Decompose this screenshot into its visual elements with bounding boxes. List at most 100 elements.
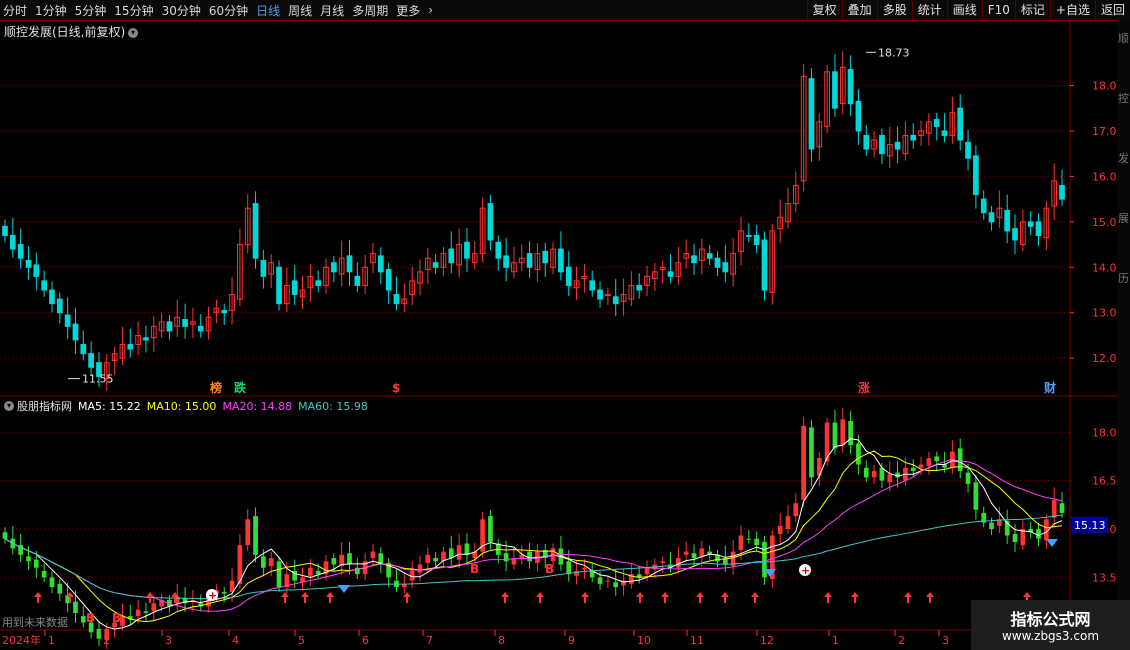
- tab-period-7[interactable]: 周线: [288, 2, 312, 19]
- sub-candle-body: [80, 616, 86, 623]
- arrow-up-icon: [403, 592, 411, 603]
- candle-body: [487, 203, 494, 241]
- candle-body: [973, 155, 979, 196]
- toolbar-button-3[interactable]: 统计: [911, 0, 947, 20]
- candle-body: [855, 100, 862, 132]
- candle-body: [863, 134, 870, 150]
- sub-candle-body: [762, 541, 767, 578]
- toolbar-button-2[interactable]: 多股: [876, 0, 912, 20]
- sub-candle-body: [417, 564, 423, 573]
- month-label: 10: [637, 634, 651, 647]
- candle-body: [636, 284, 643, 291]
- candle-body: [64, 314, 71, 327]
- month-label: 7: [426, 634, 433, 647]
- candle-body: [17, 244, 24, 259]
- sub-price-tick-label: 16.50: [1092, 475, 1117, 488]
- diamond-icon: [1046, 539, 1058, 547]
- sub-candle-body: [879, 467, 885, 481]
- candle-body: [197, 325, 204, 332]
- ma-line-2: [4, 458, 1063, 612]
- chevron-right-icon[interactable]: ›: [428, 3, 433, 17]
- toolbar-button-5[interactable]: F10: [981, 0, 1015, 20]
- tab-period-3[interactable]: 15分钟: [114, 2, 153, 19]
- arrow-up-icon: [536, 592, 544, 603]
- signal-letter-b: B: [470, 562, 479, 576]
- tab-period-2[interactable]: 5分钟: [75, 2, 107, 19]
- toolbar-button-4[interactable]: 画线: [946, 0, 982, 20]
- price-tick-label: 15.00: [1092, 216, 1117, 229]
- sub-candle-body: [785, 516, 791, 530]
- sub-candle-body: [895, 472, 900, 478]
- sub-candle-body: [832, 422, 838, 449]
- candle-body: [879, 134, 885, 155]
- candle-body: [988, 212, 995, 223]
- candle-body: [448, 248, 455, 264]
- sub-candle-body: [261, 556, 266, 568]
- candle-body: [9, 234, 16, 250]
- ma-line-3: [4, 514, 1063, 600]
- candle-body: [714, 257, 721, 268]
- toolbar-button-8[interactable]: 返回: [1094, 0, 1130, 20]
- tab-period-6[interactable]: 日线: [256, 2, 280, 19]
- candle-body: [894, 141, 901, 150]
- sub-candle-body: [910, 467, 916, 471]
- sub-candle-body: [840, 419, 846, 446]
- tab-period-4[interactable]: 30分钟: [162, 2, 201, 19]
- candle-body: [589, 280, 596, 291]
- month-label: 2: [898, 634, 905, 647]
- sub-candle-body: [1059, 503, 1065, 513]
- candle-body: [330, 262, 337, 273]
- candle-body: [605, 294, 611, 297]
- candle-body: [80, 344, 87, 355]
- toolbar-button-0[interactable]: 复权: [806, 0, 842, 20]
- arrow-up-icon: [581, 592, 589, 603]
- candle-body: [745, 234, 752, 237]
- event-tag-1: 跌: [234, 380, 247, 395]
- tab-period-5[interactable]: 60分钟: [209, 2, 248, 19]
- event-tag-3: 涨: [858, 380, 870, 395]
- tab-period-8[interactable]: 月线: [320, 2, 344, 19]
- sub-candle-body: [754, 538, 759, 546]
- sub-candle-body: [887, 474, 893, 483]
- sub-candle-body: [33, 559, 39, 568]
- watermark-url: www.zbgs3.com: [1001, 629, 1100, 643]
- candle-body: [33, 264, 40, 277]
- candle-body: [597, 289, 603, 300]
- sub-candle-body: [777, 525, 783, 534]
- sub-candle-body: [425, 554, 431, 563]
- arrow-up-icon: [34, 592, 42, 603]
- sub-candle-body: [41, 570, 47, 578]
- event-tag-0: 榜: [210, 380, 222, 395]
- price-tick-label: 13.00: [1092, 307, 1117, 320]
- month-label: 6: [362, 634, 369, 647]
- event-tag-4: 财: [1043, 380, 1056, 395]
- arrow-up-icon: [301, 592, 309, 603]
- signal-letter-b: B: [112, 611, 121, 625]
- candle-body: [182, 319, 188, 327]
- year-label: 2024年: [2, 633, 41, 647]
- sub-candle-body: [582, 567, 587, 570]
- tab-period-10[interactable]: 更多: [396, 2, 420, 19]
- sub-candle-body: [605, 580, 611, 582]
- candle-body: [2, 225, 8, 236]
- high-price-label: 18.73: [878, 46, 910, 59]
- sub-candle-body: [871, 470, 877, 478]
- candle-body: [88, 353, 94, 368]
- arrow-up-icon: [904, 592, 912, 603]
- toolbar-button-1[interactable]: 叠加: [841, 0, 877, 20]
- arrow-up-icon: [721, 592, 729, 603]
- sub-candle-body: [464, 543, 470, 555]
- candle-body: [291, 280, 298, 296]
- sub-candle-body: [973, 482, 979, 510]
- sub-candle-body: [809, 427, 814, 478]
- tab-period-1[interactable]: 1分钟: [35, 2, 67, 19]
- tab-period-9[interactable]: 多周期: [352, 2, 388, 19]
- candle-body: [847, 69, 854, 105]
- toolbar-button-7[interactable]: +自选: [1049, 0, 1095, 20]
- sub-candle-body: [331, 558, 337, 565]
- tab-period-0[interactable]: 分时: [3, 2, 27, 19]
- toolbar-button-6[interactable]: 标记: [1014, 0, 1050, 20]
- right-edge-char: 控: [1118, 92, 1129, 105]
- sub-candle-body: [2, 532, 8, 539]
- price-chart[interactable]: 18.73 11.55 榜跌 $ 涨 财 B B B B + + 18.00 17.00 16.00 15.…: [0, 20, 1117, 650]
